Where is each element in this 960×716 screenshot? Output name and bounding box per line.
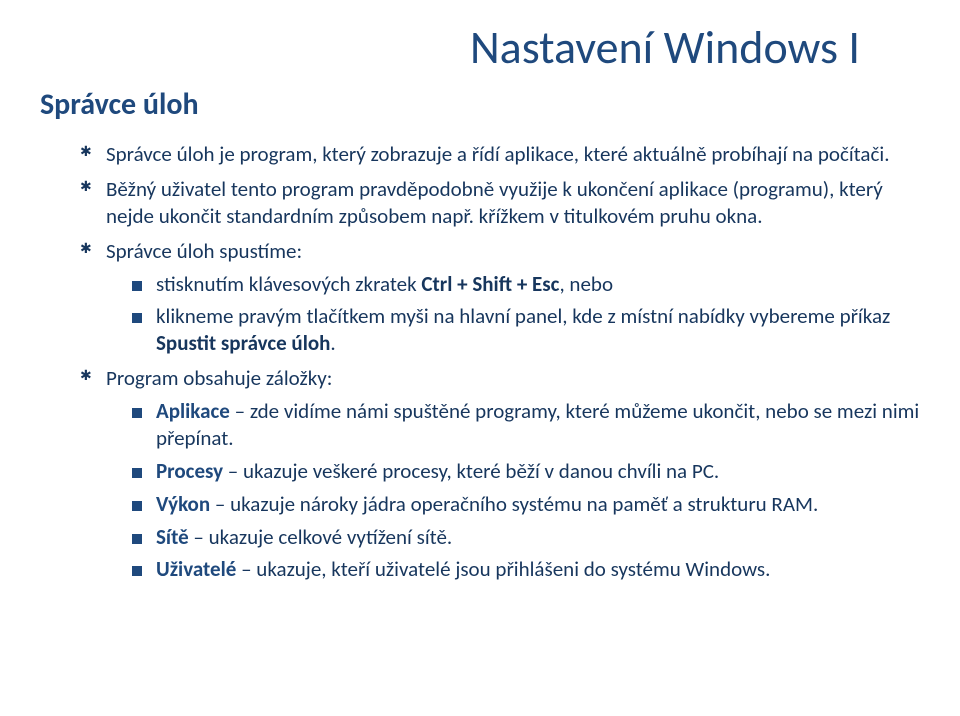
tab-description: – ukazuje veškeré procesy, které běží v …: [223, 458, 719, 484]
list-item: Správce úloh spustíme: stisknutím kláves…: [80, 238, 920, 358]
list-text: Správce úloh je program, který zobrazuje…: [106, 141, 890, 167]
tab-label: Sítě: [156, 524, 189, 550]
tab-label: Aplikace: [156, 398, 230, 424]
sub-list-item: Výkon – ukazuje nároky jádra operačního …: [132, 491, 920, 518]
sub-list-item: Procesy – ukazuje veškeré procesy, které…: [132, 458, 920, 485]
page-title: Nastavení Windows I: [40, 20, 920, 76]
list-text: Správce úloh spustíme:: [106, 238, 302, 264]
tab-label: Uživatelé: [156, 556, 236, 582]
sub-list: stisknutím klávesových zkratek Ctrl + Sh…: [106, 271, 920, 358]
text-pre: klikneme pravým tlačítkem myši na hlavní…: [156, 303, 890, 329]
tab-description: – zde vidíme námi spuštěné programy, kte…: [156, 398, 919, 451]
text-bold: Ctrl + Shift + Esc: [421, 271, 559, 297]
text-post: .: [330, 330, 335, 356]
list-text: Běžný uživatel tento program pravděpodob…: [106, 176, 883, 229]
sub-list-item: Sítě – ukazuje celkové vytížení sítě.: [132, 524, 920, 551]
sub-list-item: Aplikace – zde vidíme námi spuštěné prog…: [132, 398, 920, 452]
list-item: Běžný uživatel tento program pravděpodob…: [80, 176, 920, 230]
list-text: Program obsahuje záložky:: [106, 365, 332, 391]
tab-label: Výkon: [156, 491, 210, 517]
list-item: Správce úloh je program, který zobrazuje…: [80, 141, 920, 168]
tab-description: – ukazuje nároky jádra operačního systém…: [210, 491, 818, 517]
text-post: , nebo: [559, 271, 613, 297]
tab-description: – ukazuje celkové vytížení sítě.: [189, 524, 453, 550]
sub-list: Aplikace – zde vidíme námi spuštěné prog…: [106, 398, 920, 583]
text-pre: stisknutím klávesových zkratek: [156, 271, 421, 297]
tab-description: – ukazuje, kteří uživatelé jsou přihláše…: [236, 556, 770, 582]
section-heading: Správce úloh: [40, 86, 920, 123]
main-list: Správce úloh je program, který zobrazuje…: [40, 141, 920, 583]
sub-list-item: stisknutím klávesových zkratek Ctrl + Sh…: [132, 271, 920, 298]
tab-label: Procesy: [156, 458, 223, 484]
text-bold: Spustit správce úloh: [156, 330, 330, 356]
sub-list-item: klikneme pravým tlačítkem myši na hlavní…: [132, 303, 920, 357]
list-item: Program obsahuje záložky: Aplikace – zde…: [80, 365, 920, 583]
sub-list-item: Uživatelé – ukazuje, kteří uživatelé jso…: [132, 556, 920, 583]
